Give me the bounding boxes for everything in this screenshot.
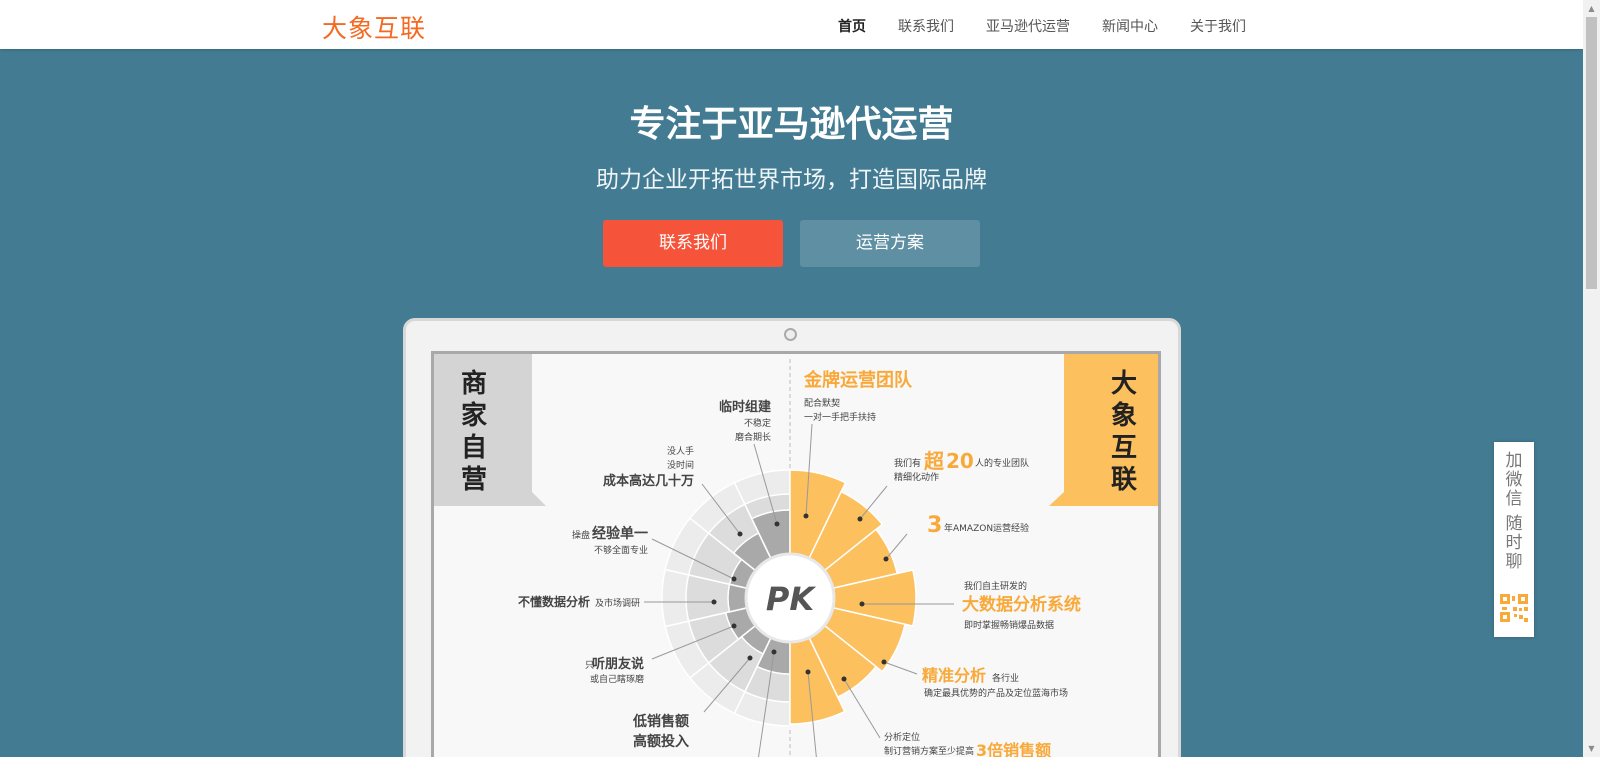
top-navbar: 大象互联 首页 联系我们 亚马逊代运营 新闻中心 关于我们 (0, 0, 1583, 49)
label-not-pro: 不够全面专业 (594, 544, 648, 556)
monitor-frame: 商 家 自 营 大 象 互 联 PK 临时组建 不稳定 磨合期长 没人手 没时间… (403, 318, 1181, 757)
label-long-adapt: 磨合期长 (735, 431, 771, 443)
contact-us-button[interactable]: 联系我们 (603, 220, 783, 267)
wechat-char: 加 (1505, 451, 1523, 471)
label-one-to-one: 一对一手把手扶持 (804, 411, 876, 423)
right-banner-char: 象 (1111, 400, 1137, 431)
scroll-down-arrow-icon[interactable]: ▼ (1583, 740, 1600, 757)
label-determine: 确定最具优势的产品及定位蓝海市场 (924, 687, 1068, 699)
hero-subtitle: 助力企业开拓世界市场，打造国际品牌 (596, 167, 987, 193)
label-tacit: 配合默契 (804, 397, 840, 409)
label-we-have: 我们有 (894, 457, 921, 469)
page-scrollbar[interactable]: ▲ ▼ (1583, 0, 1600, 757)
label-unstable: 不稳定 (744, 417, 771, 429)
label-experience: 经验单一 (592, 525, 648, 542)
label-bigdata: 大数据分析系统 (962, 594, 1081, 615)
scroll-up-arrow-icon[interactable]: ▲ (1583, 0, 1600, 17)
label-gold-team: 金牌运营团队 (803, 369, 913, 391)
nav-about[interactable]: 关于我们 (1190, 16, 1246, 36)
label-custom: 制订营销方案至少提高 (884, 745, 974, 757)
right-banner (1049, 354, 1158, 506)
left-banner-char: 营 (461, 465, 487, 495)
logo[interactable]: 大象互联 (322, 9, 426, 45)
wechat-char: 时 (1505, 533, 1523, 553)
label-each-industry: 各行业 (992, 672, 1019, 684)
left-banner (434, 354, 546, 506)
left-ring-inner-segment (727, 583, 749, 613)
label-cost: 成本高达几十万 (603, 473, 694, 489)
wechat-char: 信 (1505, 489, 1523, 509)
label-team-size: 人的专业团队 (975, 457, 1029, 469)
label-operate: 操盘 (572, 529, 590, 541)
label-over: 超 (923, 449, 945, 473)
nav-home[interactable]: 首页 (838, 16, 866, 36)
wechat-char: 聊 (1505, 552, 1523, 572)
label-low-sales: 低销售额 (632, 713, 689, 730)
scroll-thumb[interactable] (1586, 17, 1597, 289)
label-positioning: 分析定位 (884, 731, 920, 743)
pk-label: PK (766, 580, 816, 618)
label-triple: 3倍销售额 (976, 741, 1051, 757)
label-twenty: 20 (946, 449, 974, 473)
camera-icon (784, 328, 797, 341)
label-self: 或自己瞎琢磨 (590, 673, 644, 685)
label-three: 3 (927, 513, 942, 538)
nav-news[interactable]: 新闻中心 (1102, 16, 1158, 36)
hero-title: 专注于亚马逊代运营 (629, 104, 954, 145)
label-precise: 精准分析 (922, 666, 986, 685)
wechat-text: 加 微 信 随 时 聊 (1494, 452, 1534, 572)
label-no-time: 没时间 (667, 459, 694, 471)
label-high-invest: 高额投入 (633, 733, 689, 750)
label-years: 年AMAZON运营经验 (944, 522, 1029, 534)
nav-contact[interactable]: 联系我们 (898, 16, 954, 36)
qr-code-icon[interactable] (1500, 594, 1528, 622)
left-banner-char: 商 (461, 368, 487, 399)
left-banner-char: 自 (461, 432, 487, 463)
label-hearsay: 听朋友说 (592, 656, 644, 672)
label-self-dev: 我们自主研发的 (964, 580, 1027, 592)
wechat-char: 随 (1505, 514, 1523, 534)
right-banner-char: 互 (1111, 433, 1137, 463)
right-banner-char: 联 (1111, 465, 1137, 495)
wechat-widget[interactable]: 加 微 信 随 时 聊 (1494, 442, 1534, 637)
nav-amazon-ops[interactable]: 亚马逊代运营 (986, 16, 1070, 36)
label-realtime: 即时掌握畅销爆品数据 (964, 619, 1054, 631)
label-refined: 精细化动作 (894, 471, 939, 483)
label-market: 及市场调研 (595, 597, 640, 609)
label-no-data: 不懂数据分析 (518, 594, 590, 609)
pk-infographic: 商 家 自 营 大 象 互 联 PK 临时组建 不稳定 磨合期长 没人手 没时间… (431, 351, 1161, 757)
label-temp-team: 临时组建 (719, 399, 771, 415)
label-no-staff: 没人手 (667, 445, 694, 457)
operation-plan-button[interactable]: 运营方案 (800, 220, 980, 267)
left-banner-char: 家 (461, 400, 487, 431)
wechat-char: 微 (1505, 470, 1523, 490)
right-banner-char: 大 (1111, 369, 1137, 399)
